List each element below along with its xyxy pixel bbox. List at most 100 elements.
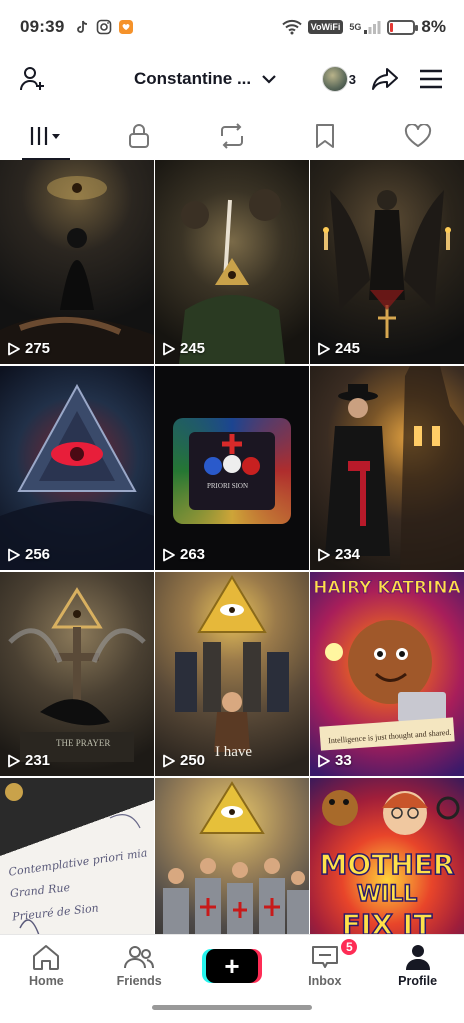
view-count: 263 — [162, 546, 205, 563]
view-count-text: 234 — [335, 546, 361, 563]
bottom-nav: Home Friends + 5 Inbox Profile — [0, 934, 464, 996]
tab-private[interactable] — [93, 112, 186, 160]
avatar-count: 3 — [348, 71, 356, 87]
play-icon — [318, 548, 330, 561]
view-count: 234 — [317, 546, 360, 563]
account-switcher[interactable]: Constantine ... — [134, 69, 277, 89]
grid-icon — [31, 127, 61, 145]
vowifi-badge: VoWiFi — [307, 20, 344, 34]
home-icon — [33, 945, 60, 970]
play-icon — [163, 754, 175, 767]
video-thumbnail[interactable]: 256 — [0, 366, 154, 570]
profile-name: Constantine ... — [134, 69, 252, 88]
home-indicator[interactable] — [152, 1005, 312, 1010]
profile-icon — [405, 945, 430, 970]
plus-icon: + — [205, 948, 258, 983]
view-count-text: 245 — [180, 340, 206, 357]
add-user-icon — [20, 67, 44, 91]
cardinal-art — [325, 366, 464, 570]
pyramid-eye-art — [0, 383, 154, 570]
view-count: 231 — [7, 752, 50, 769]
notification-icons — [74, 19, 134, 35]
view-count-text: 245 — [335, 340, 361, 357]
video-thumbnail[interactable]: 275 — [0, 160, 154, 364]
bookmark-icon — [315, 124, 334, 148]
view-count: 245 — [317, 340, 360, 357]
profile-header: Constantine ... 3 — [0, 54, 464, 104]
avatar — [321, 66, 348, 92]
view-count: 250 — [162, 752, 205, 769]
hamburger-menu-icon — [420, 69, 442, 89]
profile-tabs — [0, 112, 464, 160]
video-thumbnail[interactable]: I have 250 — [155, 572, 309, 776]
tiktok-icon — [77, 20, 88, 33]
share-profile-button[interactable] — [368, 62, 402, 96]
video-thumbnail[interactable]: 234 — [310, 366, 464, 570]
orange-app-icon — [119, 20, 134, 34]
friends-icon — [124, 946, 155, 969]
battery-percent: 8% — [421, 17, 446, 36]
video-thumbnail[interactable]: THE PRAYER 231 — [0, 572, 154, 776]
wifi-icon — [281, 19, 302, 35]
play-icon — [163, 342, 175, 355]
nav-inbox-label: Inbox — [308, 974, 342, 988]
play-icon — [318, 342, 330, 355]
view-count: 256 — [7, 546, 50, 563]
video-thumbnail[interactable]: PRIORI SION 263 — [155, 366, 309, 570]
tab-reposts[interactable] — [186, 112, 279, 160]
play-icon — [8, 548, 20, 561]
chevron-down-icon — [262, 75, 276, 84]
roses-art — [204, 434, 260, 475]
share-icon — [372, 68, 398, 90]
video-title-line-1: MOTHER — [319, 847, 455, 882]
add-friend-button[interactable] — [16, 62, 50, 96]
video-caption: PRIORI SION — [207, 482, 249, 490]
view-count-text: 275 — [25, 340, 51, 357]
heart-icon — [404, 124, 431, 147]
header-actions: 3 — [321, 62, 448, 96]
monks-art — [179, 189, 285, 364]
view-count-text: 263 — [180, 546, 206, 563]
video-title-line-2: WILL — [356, 881, 418, 908]
view-count-text: 256 — [25, 546, 51, 563]
play-icon — [163, 548, 175, 561]
nav-friends[interactable]: Friends — [93, 935, 186, 996]
tab-videos[interactable] — [0, 112, 93, 160]
status-right: VoWiFi 5G 8% — [281, 17, 446, 37]
nav-inbox[interactable]: 5 Inbox — [278, 935, 371, 996]
view-count-text: 250 — [180, 752, 206, 769]
inbox-badge: 5 — [339, 937, 360, 957]
video-thumbnail[interactable]: 245 — [155, 160, 309, 364]
tab-favorites[interactable] — [278, 112, 371, 160]
status-time: 09:39 — [20, 17, 65, 36]
battery-icon — [387, 19, 419, 35]
inbox-icon — [311, 946, 338, 968]
instagram-icon — [97, 19, 112, 35]
create-button[interactable]: + — [201, 948, 262, 983]
view-count: 275 — [7, 340, 50, 357]
nav-create[interactable]: + — [186, 935, 279, 996]
view-count: 245 — [162, 340, 205, 357]
tab-liked[interactable] — [371, 112, 464, 160]
nav-home[interactable]: Home — [0, 935, 93, 996]
video-thumbnail[interactable]: HAIRY KATRINA Intelligence is just thoug… — [310, 572, 464, 776]
repost-icon — [220, 123, 243, 149]
play-icon — [8, 342, 20, 355]
hairy-creature-art — [319, 620, 455, 751]
menu-button[interactable] — [414, 62, 448, 96]
nav-friends-label: Friends — [116, 974, 162, 988]
network-type-label: 5G — [349, 22, 362, 32]
lock-icon — [129, 124, 150, 148]
profile-viewers-button[interactable]: 3 — [321, 66, 356, 92]
battery-fill — [390, 22, 394, 32]
hooded-figure-art — [0, 176, 154, 364]
video-thumbnail[interactable]: 245 — [310, 160, 464, 364]
video-caption: I have — [215, 744, 253, 760]
status-bar: 09:39 VoWiFi 5G 8% — [0, 0, 464, 54]
view-count: 33 — [317, 752, 352, 769]
nav-profile[interactable]: Profile — [371, 935, 464, 996]
nav-home-label: Home — [29, 974, 64, 988]
dark-angel-art — [323, 190, 451, 338]
play-icon — [8, 754, 20, 767]
video-grid: 275 245 245 256 PRIORI SION 263 234 THE … — [0, 160, 464, 982]
